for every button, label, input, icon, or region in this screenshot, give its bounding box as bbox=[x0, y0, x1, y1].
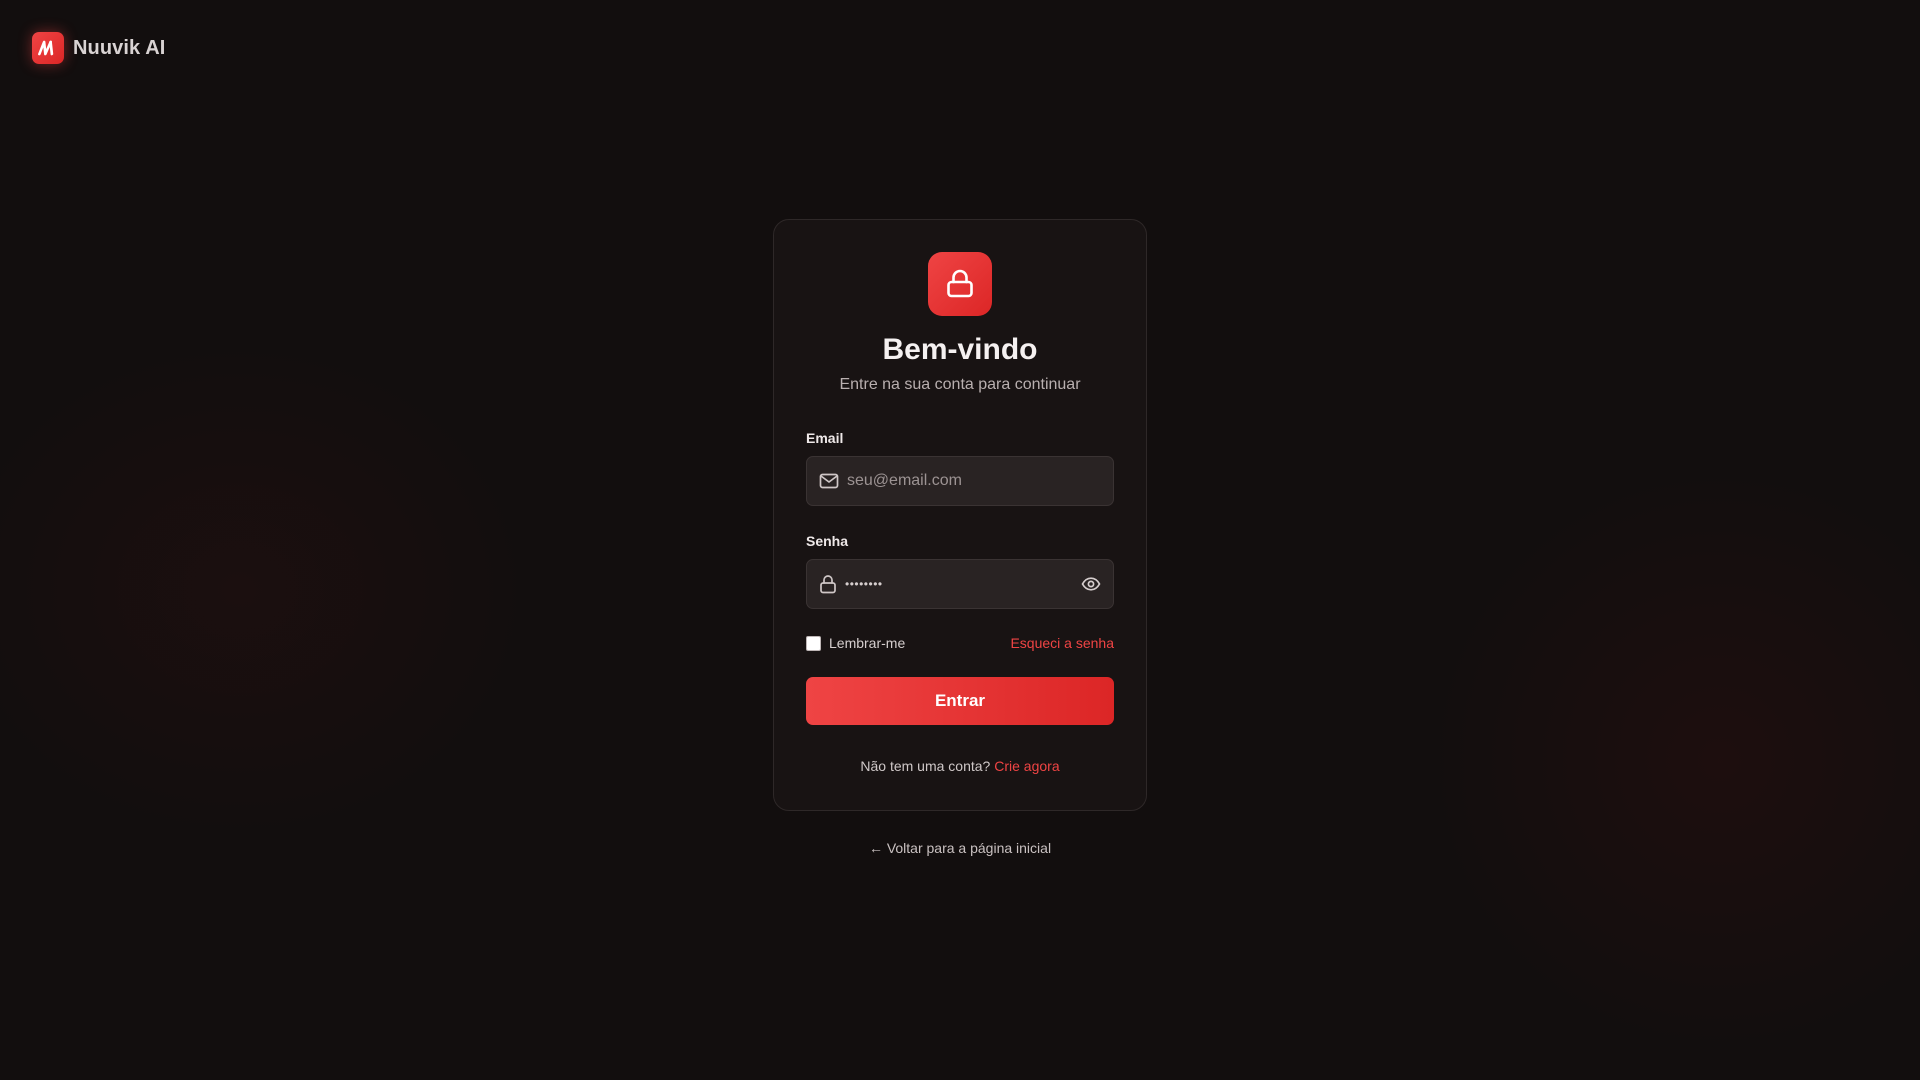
brand[interactable]: Nuuvik AI bbox=[32, 32, 165, 64]
email-field[interactable] bbox=[806, 456, 1114, 506]
password-label: Senha bbox=[806, 533, 849, 549]
remember-me-label: Lembrar-me bbox=[829, 635, 906, 651]
page-subtitle: Entre na sua conta para continuar bbox=[839, 376, 1081, 393]
password-input[interactable]: •••••••• bbox=[845, 577, 1073, 591]
back-home-link[interactable]: ← Voltar para a página inicial bbox=[0, 840, 1920, 856]
login-card: Bem-vindo Entre na sua conta para contin… bbox=[773, 219, 1147, 811]
login-button[interactable]: Entrar bbox=[806, 677, 1114, 725]
login-page: Nuuvik AI Bem-vindo Entre na sua conta p… bbox=[0, 0, 1920, 1080]
signup-link[interactable]: Crie agora bbox=[994, 758, 1059, 774]
email-label: Email bbox=[806, 430, 844, 446]
lock-icon bbox=[928, 252, 992, 316]
password-field[interactable]: •••••••• bbox=[806, 559, 1114, 609]
arrow-left-icon: ← bbox=[868, 840, 887, 856]
remember-me[interactable]: Lembrar-me bbox=[806, 635, 905, 651]
brand-name: Nuuvik AI bbox=[73, 36, 166, 59]
back-home-label: Voltar para a página inicial bbox=[886, 840, 1052, 856]
lock-icon bbox=[819, 574, 837, 594]
page-title: Bem-vindo bbox=[882, 333, 1038, 366]
signup-prompt: Não tem uma conta? Crie agora bbox=[806, 758, 1114, 774]
remember-me-checkbox[interactable] bbox=[806, 635, 821, 651]
eye-icon[interactable] bbox=[1081, 577, 1101, 591]
forgot-password-link[interactable]: Esqueci a senha bbox=[1010, 635, 1114, 651]
signup-prompt-text: Não tem uma conta? bbox=[860, 758, 995, 774]
email-input[interactable] bbox=[847, 472, 1101, 490]
nuuvik-logo-icon bbox=[32, 32, 64, 64]
login-options: Lembrar-me Esqueci a senha bbox=[806, 634, 1114, 652]
mail-icon bbox=[819, 473, 839, 489]
